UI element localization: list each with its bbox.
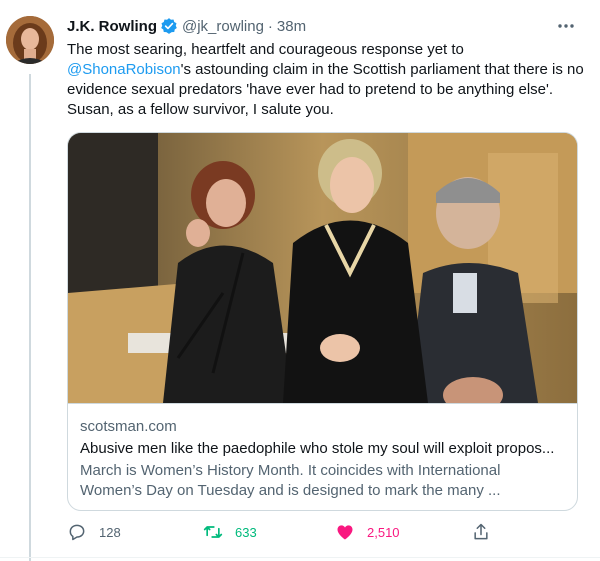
retweet-icon bbox=[203, 526, 223, 538]
like-button[interactable]: 2,510 bbox=[335, 520, 400, 544]
link-card[interactable]: scotsman.com Abusive men like the paedop… bbox=[67, 132, 578, 511]
reply-count: 128 bbox=[99, 524, 121, 540]
retweet-button[interactable]: 633 bbox=[203, 520, 257, 544]
tweet-text-before: The most searing, heartfelt and courageo… bbox=[67, 41, 464, 58]
avatar[interactable] bbox=[6, 16, 54, 64]
card-image[interactable] bbox=[68, 133, 577, 413]
mention-link[interactable]: @ShonaRobison bbox=[67, 61, 181, 78]
tweet-text: The most searing, heartfelt and courageo… bbox=[67, 40, 587, 120]
action-bar: 128 633 2,510 bbox=[67, 520, 507, 544]
reply-icon bbox=[69, 524, 85, 541]
heart-icon bbox=[337, 525, 353, 540]
card-domain: scotsman.com bbox=[80, 418, 177, 435]
reply-button[interactable]: 128 bbox=[67, 520, 121, 544]
like-count: 2,510 bbox=[367, 524, 400, 540]
share-button[interactable] bbox=[471, 520, 491, 544]
share-icon bbox=[474, 523, 488, 540]
tweet[interactable]: J.K. Rowling @jk_rowling · 38m The most … bbox=[0, 0, 600, 561]
tweet-header: J.K. Rowling @jk_rowling · 38m bbox=[67, 15, 306, 37]
retweet-count: 633 bbox=[235, 524, 257, 540]
separator: · bbox=[267, 17, 273, 35]
verified-badge-icon bbox=[160, 17, 178, 35]
more-icon[interactable] bbox=[555, 16, 577, 36]
divider bbox=[0, 557, 600, 558]
thread-line bbox=[29, 74, 31, 561]
author-name[interactable]: J.K. Rowling bbox=[67, 18, 157, 35]
author-handle[interactable]: @jk_rowling bbox=[182, 18, 264, 35]
timestamp[interactable]: 38m bbox=[277, 18, 306, 35]
card-description: March is Women’s History Month. It coinc… bbox=[80, 462, 501, 499]
card-body[interactable]: scotsman.com Abusive men like the paedop… bbox=[68, 403, 577, 510]
card-title[interactable]: Abusive men like the paedophile who stol… bbox=[80, 440, 570, 457]
